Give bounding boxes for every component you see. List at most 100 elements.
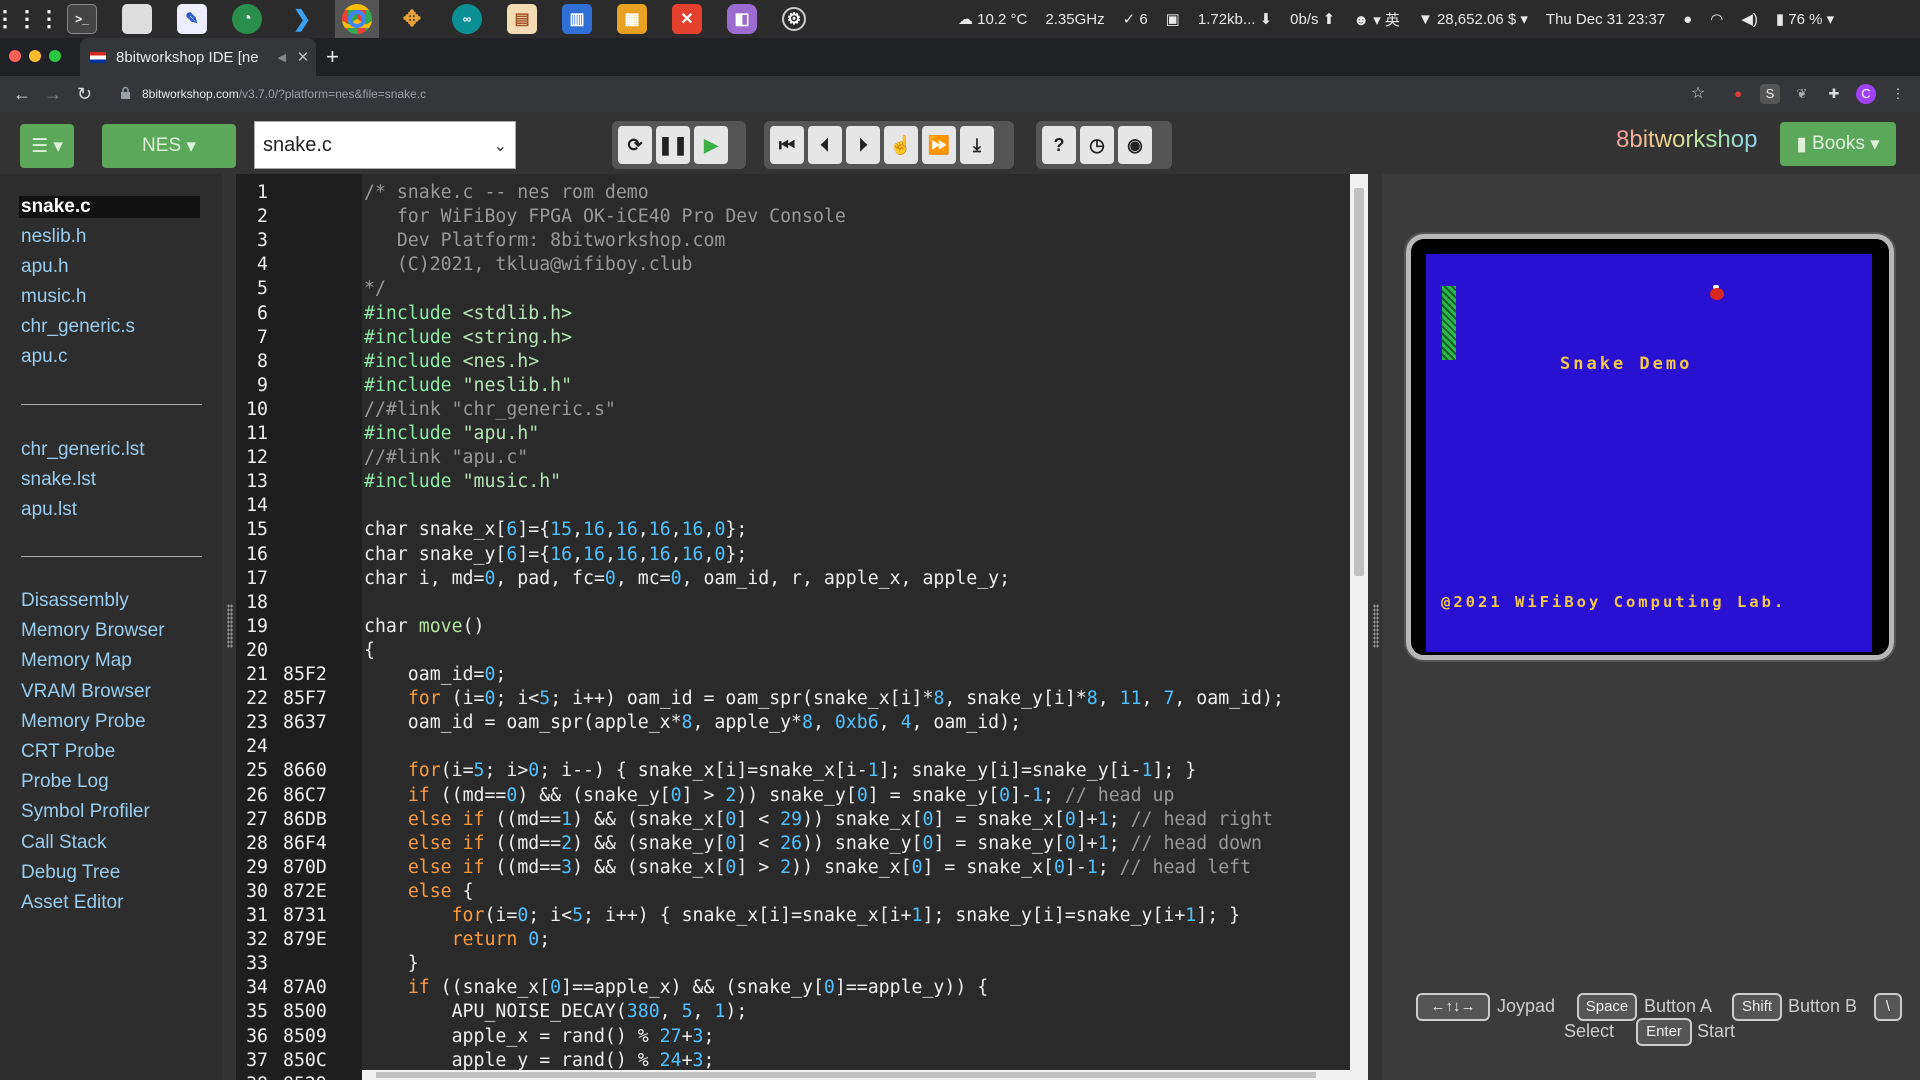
line-number[interactable]: 37 xyxy=(236,1049,268,1073)
line-code[interactable]: Dev Platform: 8bitworkshop.com xyxy=(364,229,726,253)
line-code[interactable]: char snake_x[6]={15,16,16,16,16,0}; xyxy=(364,518,747,542)
window-maximize-icon[interactable] xyxy=(49,50,61,62)
sidebar-tool-item[interactable]: CRT Probe xyxy=(21,741,115,763)
line-number[interactable]: 5 xyxy=(236,277,268,301)
sidebar-listing-item[interactable]: apu.lst xyxy=(21,499,77,521)
line-number[interactable]: 13 xyxy=(236,470,268,494)
line-number[interactable]: 2 xyxy=(236,205,268,229)
editor-vertical-scrollbar[interactable] xyxy=(1350,174,1368,1080)
line-number[interactable]: 35 xyxy=(236,1000,268,1024)
file-manager-icon[interactable] xyxy=(122,4,152,34)
terminal-icon[interactable]: >_ xyxy=(67,4,97,34)
line-code[interactable]: if ((md==0) && (snake_y[0] > 2)) snake_y… xyxy=(364,784,1175,808)
sidebar-tool-item[interactable]: Disassembly xyxy=(21,590,129,612)
line-number[interactable]: 38 xyxy=(236,1073,268,1080)
reset-button[interactable]: ⟳ xyxy=(618,126,652,164)
sidebar-file-item[interactable]: apu.h xyxy=(21,256,69,278)
line-number[interactable]: 1 xyxy=(236,181,268,205)
forward-icon[interactable]: → xyxy=(44,76,62,112)
line-number[interactable]: 8 xyxy=(236,350,268,374)
download-rom-icon[interactable]: ⤓ xyxy=(960,126,994,164)
sidebar-tool-item[interactable]: Call Stack xyxy=(21,832,107,854)
line-code[interactable]: else if ((md==2) && (snake_y[0] < 26)) s… xyxy=(364,832,1262,856)
code-line[interactable]: 17 char i, md=0, pad, fc=0, mc=0, oam_id,… xyxy=(236,567,1350,591)
line-code[interactable]: #include "music.h" xyxy=(364,470,561,494)
bookmark-star-icon[interactable]: ☆ xyxy=(1688,84,1708,104)
line-number[interactable]: 7 xyxy=(236,326,268,350)
line-number[interactable]: 34 xyxy=(236,976,268,1000)
cpu-readout[interactable]: 2.35GHz xyxy=(1045,11,1104,28)
line-number[interactable]: 16 xyxy=(236,543,268,567)
browser-menu-icon[interactable]: ⋮ xyxy=(1888,84,1908,104)
main-menu-button[interactable]: ☰ ▾ xyxy=(20,124,74,168)
code-line[interactable]: 28 86F4 else if ((md==2) && (snake_y[0] <… xyxy=(236,832,1350,856)
tab-close-icon[interactable]: ✕ xyxy=(290,48,316,66)
line-number[interactable]: 10 xyxy=(236,398,268,422)
code-line[interactable]: 26 86C7 if ((md==0) && (snake_y[0] > 2)) … xyxy=(236,784,1350,808)
tab-audio-icon[interactable]: ◀ xyxy=(278,51,286,64)
writer-icon[interactable]: ▥ xyxy=(562,4,592,34)
arduino-icon[interactable]: ∞ xyxy=(452,4,482,34)
line-code[interactable]: else { xyxy=(364,880,474,904)
browser-tab[interactable]: 8bitworkshop IDE [ne ◀ ✕ xyxy=(80,38,316,76)
line-code[interactable]: APU_NOISE_DECAY(380, 5, 1); xyxy=(364,1000,748,1024)
line-number[interactable]: 24 xyxy=(236,735,268,759)
line-number[interactable]: 12 xyxy=(236,446,268,470)
line-code[interactable]: #include <stdlib.h> xyxy=(364,302,572,326)
extensions-puzzle-icon[interactable]: ✚ xyxy=(1824,84,1844,104)
line-number[interactable]: 17 xyxy=(236,567,268,591)
code-line[interactable]: 31 8731 for(i=0; i<5; i++) { snake_x[i]=s… xyxy=(236,904,1350,928)
code-line[interactable]: 21 85F2 oam_id=0; xyxy=(236,663,1350,687)
record-icon[interactable]: ◉ xyxy=(1118,126,1152,164)
code-line[interactable]: 32 879E return 0; xyxy=(236,928,1350,952)
lock-icon[interactable] xyxy=(120,86,131,100)
code-line[interactable]: 25 8660 for(i=5; i>0; i--) { snake_x[i]=s… xyxy=(236,759,1350,783)
line-code[interactable]: return 0; xyxy=(364,928,551,952)
code-line[interactable]: 12 //#link "apu.c" xyxy=(236,446,1350,470)
line-number[interactable]: 20 xyxy=(236,639,268,663)
line-number[interactable]: 31 xyxy=(236,904,268,928)
line-number[interactable]: 23 xyxy=(236,711,268,735)
line-number[interactable]: 22 xyxy=(236,687,268,711)
sidebar-tool-item[interactable]: Memory Probe xyxy=(21,711,146,733)
sidebar-listing-item[interactable]: chr_generic.lst xyxy=(21,439,145,461)
sidebar-tool-item[interactable]: Asset Editor xyxy=(21,892,123,914)
text-editor-icon[interactable]: ✎ xyxy=(177,4,207,34)
extension-red-icon[interactable]: ● xyxy=(1728,84,1748,104)
line-number[interactable]: 9 xyxy=(236,374,268,398)
line-code[interactable]: for (i=0; i<5; i++) oam_id = oam_spr(sna… xyxy=(364,687,1284,711)
code-line[interactable]: 29 870D else if ((md==3) && (snake_x[0] >… xyxy=(236,856,1350,880)
sidebar-file-item[interactable]: snake.c xyxy=(19,196,200,218)
gear-icon[interactable]: ⚙ xyxy=(782,7,806,31)
line-code[interactable]: else if ((md==1) && (snake_x[0] < 29)) s… xyxy=(364,808,1273,832)
sidebar-tool-item[interactable]: VRAM Browser xyxy=(21,681,151,703)
system-monitor-icon[interactable]: ◔ xyxy=(232,4,262,34)
line-code[interactable]: char move() xyxy=(364,615,484,639)
spreadsheet-icon[interactable]: ▦ xyxy=(617,4,647,34)
settings-toggle-icon[interactable]: ◧ xyxy=(727,4,757,34)
line-code[interactable]: #include <nes.h> xyxy=(364,350,539,374)
line-number[interactable]: 18 xyxy=(236,591,268,615)
code-line[interactable]: 15 char snake_x[6]={15,16,16,16,16,0}; xyxy=(236,518,1350,542)
vscode-icon[interactable]: ❯ xyxy=(287,4,317,34)
line-code[interactable]: if ((snake_x[0]==apple_x) && (snake_y[0]… xyxy=(364,976,988,1000)
code-line[interactable]: 22 85F7 for (i=0; i<5; i++) oam_id = oam_… xyxy=(236,687,1350,711)
datetime-readout[interactable]: Thu Dec 31 23:37 xyxy=(1546,11,1665,28)
balance-readout[interactable]: ▼ 28,652.06 $ ▾ xyxy=(1418,10,1528,28)
line-code[interactable]: apple_y = rand() % 24+3; xyxy=(364,1049,715,1073)
code-line[interactable]: 1 /* snake.c -- nes rom demo xyxy=(236,181,1350,205)
code-line[interactable]: 18 xyxy=(236,591,1350,615)
extension-leaf-icon[interactable]: ❦ xyxy=(1792,84,1812,104)
sidebar-listing-item[interactable]: snake.lst xyxy=(21,469,96,491)
net-down-readout[interactable]: 1.72kb... ⬇ xyxy=(1198,10,1272,28)
code-line[interactable]: 20 { xyxy=(236,639,1350,663)
code-line[interactable]: 34 87A0 if ((snake_x[0]==apple_x) && (sna… xyxy=(236,976,1350,1000)
clock-icon[interactable]: ◷ xyxy=(1080,126,1114,164)
code-line[interactable]: 11 #include "apu.h" xyxy=(236,422,1350,446)
restart-icon[interactable]: ⏮ xyxy=(770,126,804,164)
line-code[interactable]: //#link "apu.c" xyxy=(364,446,528,470)
line-code[interactable]: } xyxy=(364,952,419,976)
line-code[interactable]: for(i=5; i>0; i--) { snake_x[i]=snake_x[… xyxy=(364,759,1196,783)
line-code[interactable]: for WiFiBoy FPGA OK-iCE40 Pro Dev Consol… xyxy=(364,205,846,229)
platform-menu-button[interactable]: NES ▾ xyxy=(102,124,236,168)
